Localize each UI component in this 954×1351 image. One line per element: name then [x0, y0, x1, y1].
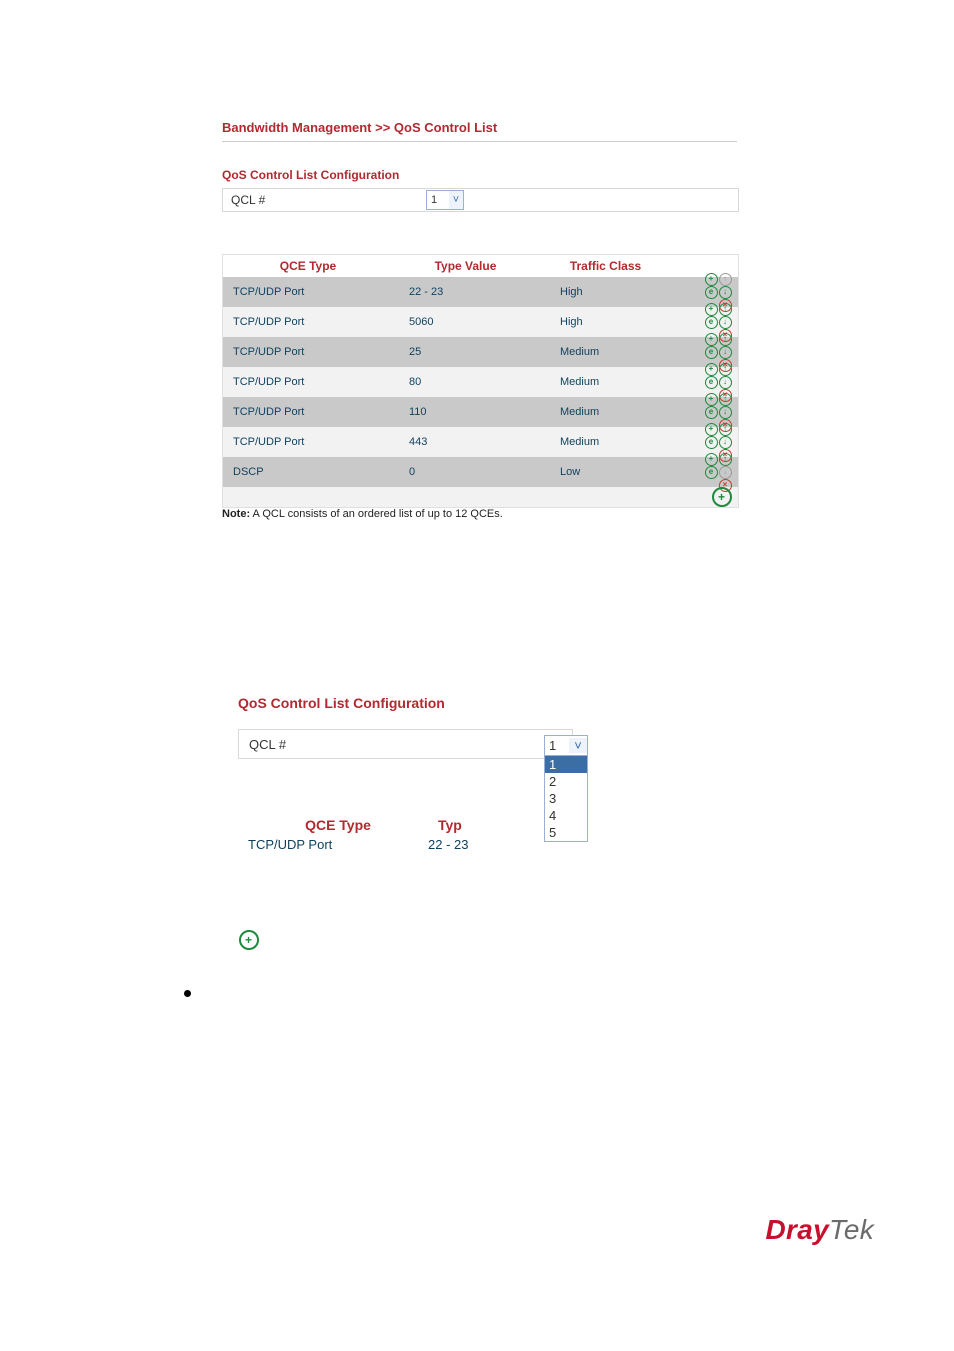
cell-qce-type: DSCP [223, 466, 403, 478]
qce-table-header: QCE Type Type Value Traffic Class [223, 255, 738, 277]
table-row: TCP/UDP Port110Medium+↑e↓× [223, 397, 738, 427]
cell-traffic-class: Medium [554, 406, 695, 418]
cell-type-value: 443 [403, 436, 554, 448]
qcl-label-zoom: QCL # [239, 737, 549, 752]
add-icon[interactable]: + [712, 487, 732, 507]
move-down-icon[interactable]: ↓ [719, 466, 732, 479]
table-row: TCP/UDP Port443Medium+↑e↓× [223, 427, 738, 457]
insert-before-icon[interactable]: + [705, 363, 718, 376]
note-text: A QCL consists of an ordered list of up … [250, 508, 503, 520]
table-row: TCP/UDP Port22 - 23High+↑e↓× [223, 277, 738, 307]
qcl-option[interactable]: 1 [545, 756, 587, 773]
insert-before-icon[interactable]: + [705, 303, 718, 316]
move-down-icon[interactable]: ↓ [719, 406, 732, 419]
col-qce-type: QCE Type [223, 259, 393, 273]
cell-traffic-class: Medium [554, 436, 695, 448]
table-row: TCP/UDP Port80Medium+↑e↓× [223, 367, 738, 397]
col-type-value-zoom-left: Typ [438, 817, 557, 833]
qos-config-title: QoS Control List Configuration [222, 168, 399, 182]
add-icon[interactable]: + [239, 930, 259, 950]
col-type-value: Type Value [393, 259, 538, 273]
edit-icon[interactable]: e [705, 286, 718, 299]
cell-type-value-zoom: 22 - 23 [428, 837, 468, 852]
move-up-icon[interactable]: ↑ [719, 363, 732, 376]
qce-table: QCE Type Type Value Traffic Class TCP/UD… [222, 254, 739, 508]
add-row: + [223, 487, 738, 507]
edit-icon[interactable]: e [705, 316, 718, 329]
qcl-select[interactable]: 1 ˅ [426, 190, 464, 210]
qcl-option[interactable]: 5 [545, 824, 587, 841]
cell-qce-type: TCP/UDP Port [223, 316, 403, 328]
cell-qce-type: TCP/UDP Port [223, 406, 403, 418]
cell-traffic-class: Medium [554, 376, 695, 388]
cell-traffic-class: High [554, 316, 695, 328]
move-up-icon[interactable]: ↑ [719, 273, 732, 286]
cell-type-value: 25 [403, 346, 554, 358]
note-label: Note: [222, 508, 250, 520]
bullet-icon [184, 990, 191, 997]
move-up-icon[interactable]: ↑ [719, 333, 732, 346]
draytek-logo: DrayTek [766, 1214, 874, 1246]
row-actions: +↑e↓× [695, 453, 738, 492]
edit-icon[interactable]: e [705, 436, 718, 449]
cell-traffic-class: Low [554, 466, 695, 478]
cell-traffic-class: High [554, 286, 695, 298]
logo-tek: Tek [829, 1214, 874, 1245]
cell-qce-type: TCP/UDP Port [223, 346, 403, 358]
qcl-note: Note: A QCL consists of an ordered list … [222, 508, 503, 520]
insert-before-icon[interactable]: + [705, 333, 718, 346]
col-traffic-class: Traffic Class [538, 259, 673, 273]
qcl-select-value: 1 [427, 194, 449, 206]
standalone-add: + [238, 930, 259, 950]
cell-traffic-class: Medium [554, 346, 695, 358]
move-up-icon[interactable]: ↑ [719, 393, 732, 406]
insert-before-icon[interactable]: + [705, 273, 718, 286]
qcl-label: QCL # [223, 193, 426, 207]
edit-icon[interactable]: e [705, 346, 718, 359]
move-down-icon[interactable]: ↓ [719, 286, 732, 299]
edit-icon[interactable]: e [705, 466, 718, 479]
logo-dray: Dray [766, 1214, 829, 1245]
cell-qce-type: TCP/UDP Port [223, 436, 403, 448]
qcl-option[interactable]: 4 [545, 807, 587, 824]
move-down-icon[interactable]: ↓ [719, 376, 732, 389]
move-up-icon[interactable]: ↑ [719, 423, 732, 436]
breadcrumb: Bandwidth Management >> QoS Control List [222, 120, 737, 142]
chevron-down-icon: ˅ [569, 738, 587, 753]
qcl-select-open[interactable]: 1 ˅ 12345 [544, 735, 588, 842]
cell-type-value: 0 [403, 466, 554, 478]
col-qce-type-zoom: QCE Type [238, 817, 438, 833]
move-up-icon[interactable]: ↑ [719, 453, 732, 466]
move-up-icon[interactable]: ↑ [719, 303, 732, 316]
table-row-zoom: TCP/UDP Port 22 - 23 [238, 833, 573, 852]
cell-qce-type: TCP/UDP Port [223, 376, 403, 388]
edit-icon[interactable]: e [705, 376, 718, 389]
cell-type-value: 22 - 23 [403, 286, 554, 298]
qcl-option[interactable]: 2 [545, 773, 587, 790]
insert-before-icon[interactable]: + [705, 393, 718, 406]
cell-type-value: 110 [403, 406, 554, 418]
qcl-option[interactable]: 3 [545, 790, 587, 807]
cell-qce-type: TCP/UDP Port [223, 286, 403, 298]
move-down-icon[interactable]: ↓ [719, 436, 732, 449]
chevron-down-icon: ˅ [449, 191, 463, 209]
qcl-select-open-value: 1 [545, 736, 569, 755]
qos-config-title-zoom: QoS Control List Configuration [238, 695, 573, 711]
qcl-number-row: QCL # 1 ˅ [222, 188, 739, 212]
cell-qce-type-zoom: TCP/UDP Port [248, 837, 428, 852]
table-row: TCP/UDP Port5060High+↑e↓× [223, 307, 738, 337]
qce-table-header-zoom: QCE Type Typ ue [238, 817, 573, 833]
cell-type-value: 80 [403, 376, 554, 388]
insert-before-icon[interactable]: + [705, 423, 718, 436]
cell-type-value: 5060 [403, 316, 554, 328]
edit-icon[interactable]: e [705, 406, 718, 419]
qcl-config-expanded: QoS Control List Configuration QCL # 1 ˅… [238, 695, 573, 852]
qcl-row-zoom: QCL # [238, 729, 573, 759]
move-down-icon[interactable]: ↓ [719, 346, 732, 359]
insert-before-icon[interactable]: + [705, 453, 718, 466]
table-row: TCP/UDP Port25Medium+↑e↓× [223, 337, 738, 367]
move-down-icon[interactable]: ↓ [719, 316, 732, 329]
table-row: DSCP0Low+↑e↓× [223, 457, 738, 487]
